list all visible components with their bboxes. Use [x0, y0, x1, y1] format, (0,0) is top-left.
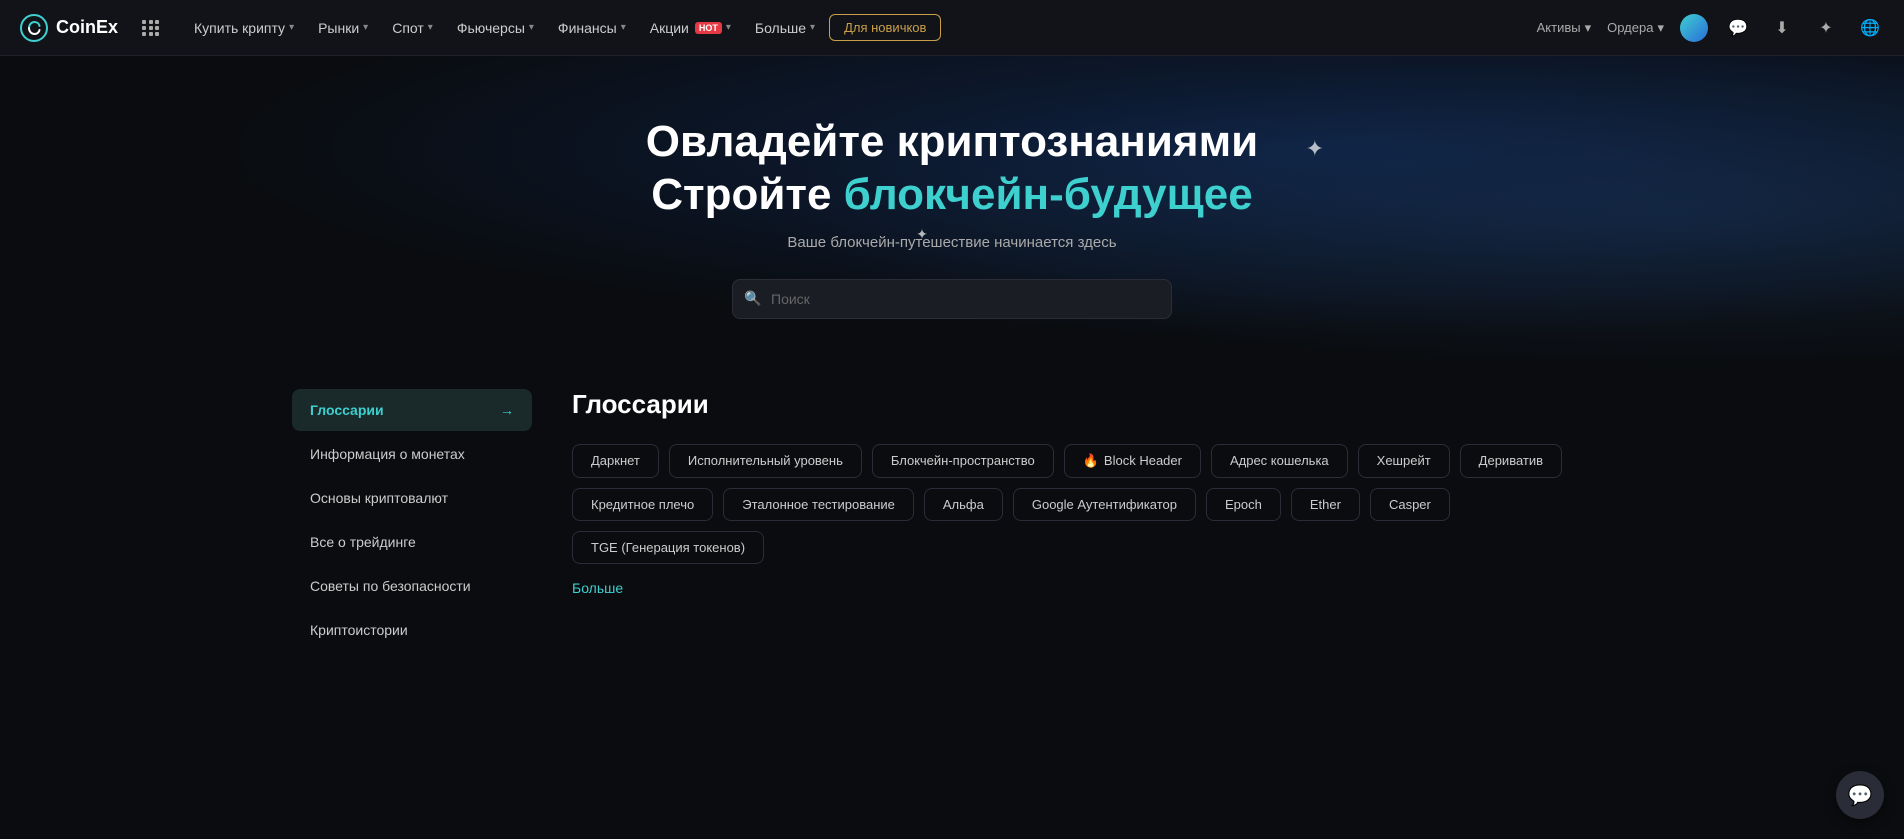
tag-casper[interactable]: Casper — [1370, 488, 1450, 521]
apps-grid-icon[interactable] — [142, 20, 160, 36]
tag-google-auth[interactable]: Google Аутентификатор — [1013, 488, 1196, 521]
nav-item-promotions[interactable]: Акции HOT ▾ — [640, 14, 741, 42]
language-icon[interactable]: 🌐 — [1856, 14, 1884, 42]
sidebar: Глоссарии → Информация о монетах Основы … — [292, 389, 532, 653]
hero-section: ✦ ✦ Овладейте криптознаниями Стройте бло… — [0, 56, 1904, 369]
logo[interactable]: CoinEx — [20, 14, 118, 42]
hero-subtitle: Ваше блокчейн-путешествие начинается зде… — [20, 234, 1884, 251]
sidebar-item-crypto-stories[interactable]: Криптоистории — [292, 609, 532, 651]
chevron-down-icon: ▾ — [529, 22, 534, 33]
chevron-down-icon: ▾ — [363, 22, 368, 33]
sidebar-item-glossaries[interactable]: Глоссарии → — [292, 389, 532, 431]
main-content: Глоссарии → Информация о монетах Основы … — [252, 369, 1652, 693]
search-icon: 🔍 — [744, 290, 761, 307]
sidebar-item-coin-info[interactable]: Информация о монетах — [292, 433, 532, 475]
tag-wallet-address[interactable]: Адрес кошелька — [1211, 444, 1348, 478]
novice-button[interactable]: Для новичков — [829, 14, 941, 41]
avatar[interactable] — [1680, 14, 1708, 42]
tag-hashrate[interactable]: Хешрейт — [1358, 444, 1450, 478]
chevron-down-icon: ▾ — [810, 22, 815, 33]
tag-blockchain-space[interactable]: Блокчейн-пространство — [872, 444, 1054, 478]
search-container: 🔍 — [732, 279, 1172, 319]
glossary-title: Глоссарии — [572, 389, 1612, 420]
chevron-down-icon: ▾ — [428, 22, 433, 33]
chevron-down-icon: ▾ — [1585, 20, 1592, 36]
tag-tge[interactable]: TGE (Генерация токенов) — [572, 531, 764, 564]
tag-block-header[interactable]: 🔥 Block Header — [1064, 444, 1201, 478]
tag-darknet[interactable]: Даркнет — [572, 444, 659, 478]
hero-title: Овладейте криптознаниями Стройте блокчей… — [20, 116, 1884, 222]
sidebar-item-security[interactable]: Советы по безопасности — [292, 565, 532, 607]
fire-icon: 🔥 — [1083, 453, 1099, 469]
search-input[interactable] — [732, 279, 1172, 319]
nav-right: Активы ▾ Ордера ▾ 💬 ⬇ ✦ 🌐 — [1537, 14, 1884, 42]
nav-assets[interactable]: Активы ▾ — [1537, 20, 1592, 36]
sidebar-item-trading[interactable]: Все о трейдинге — [292, 521, 532, 563]
tag-derivative[interactable]: Дериватив — [1460, 444, 1562, 478]
chevron-down-icon: ▾ — [289, 22, 294, 33]
tag-ether[interactable]: Ether — [1291, 488, 1360, 521]
arrow-right-icon: → — [500, 402, 514, 418]
sidebar-item-crypto-basics[interactable]: Основы криптовалют — [292, 477, 532, 519]
nav-item-spot[interactable]: Спот ▾ — [382, 14, 443, 42]
nav-item-futures[interactable]: Фьючерсы ▾ — [447, 14, 544, 42]
more-button[interactable]: Больше — [572, 580, 623, 596]
glossary-section: Глоссарии Даркнет Исполнительный уровень… — [572, 389, 1612, 653]
hot-badge: HOT — [695, 22, 722, 34]
nav-item-finance[interactable]: Финансы ▾ — [548, 14, 636, 42]
tag-benchmark-testing[interactable]: Эталонное тестирование — [723, 488, 914, 521]
nav-item-markets[interactable]: Рынки ▾ — [308, 14, 378, 42]
chevron-down-icon: ▾ — [621, 22, 626, 33]
navbar: CoinEx Купить крипту ▾ Рынки ▾ Спот ▾ Фь… — [0, 0, 1904, 56]
tag-leverage[interactable]: Кредитное плечо — [572, 488, 713, 521]
messages-icon[interactable]: 💬 — [1724, 14, 1752, 42]
tag-epoch[interactable]: Epoch — [1206, 488, 1281, 521]
tags-grid: Даркнет Исполнительный уровень Блокчейн-… — [572, 444, 1612, 564]
nav-links: Купить крипту ▾ Рынки ▾ Спот ▾ Фьючерсы … — [184, 14, 1513, 42]
chat-support-button[interactable]: 💬 — [1836, 771, 1884, 819]
chevron-down-icon: ▾ — [726, 22, 731, 33]
nav-orders[interactable]: Ордера ▾ — [1607, 20, 1664, 36]
settings-icon[interactable]: ✦ — [1812, 14, 1840, 42]
nav-item-more[interactable]: Больше ▾ — [745, 14, 825, 42]
tag-execution-layer[interactable]: Исполнительный уровень — [669, 444, 862, 478]
chevron-down-icon: ▾ — [1657, 20, 1664, 36]
tag-alpha[interactable]: Альфа — [924, 488, 1003, 521]
nav-item-buy-crypto[interactable]: Купить крипту ▾ — [184, 14, 304, 42]
download-icon[interactable]: ⬇ — [1768, 14, 1796, 42]
